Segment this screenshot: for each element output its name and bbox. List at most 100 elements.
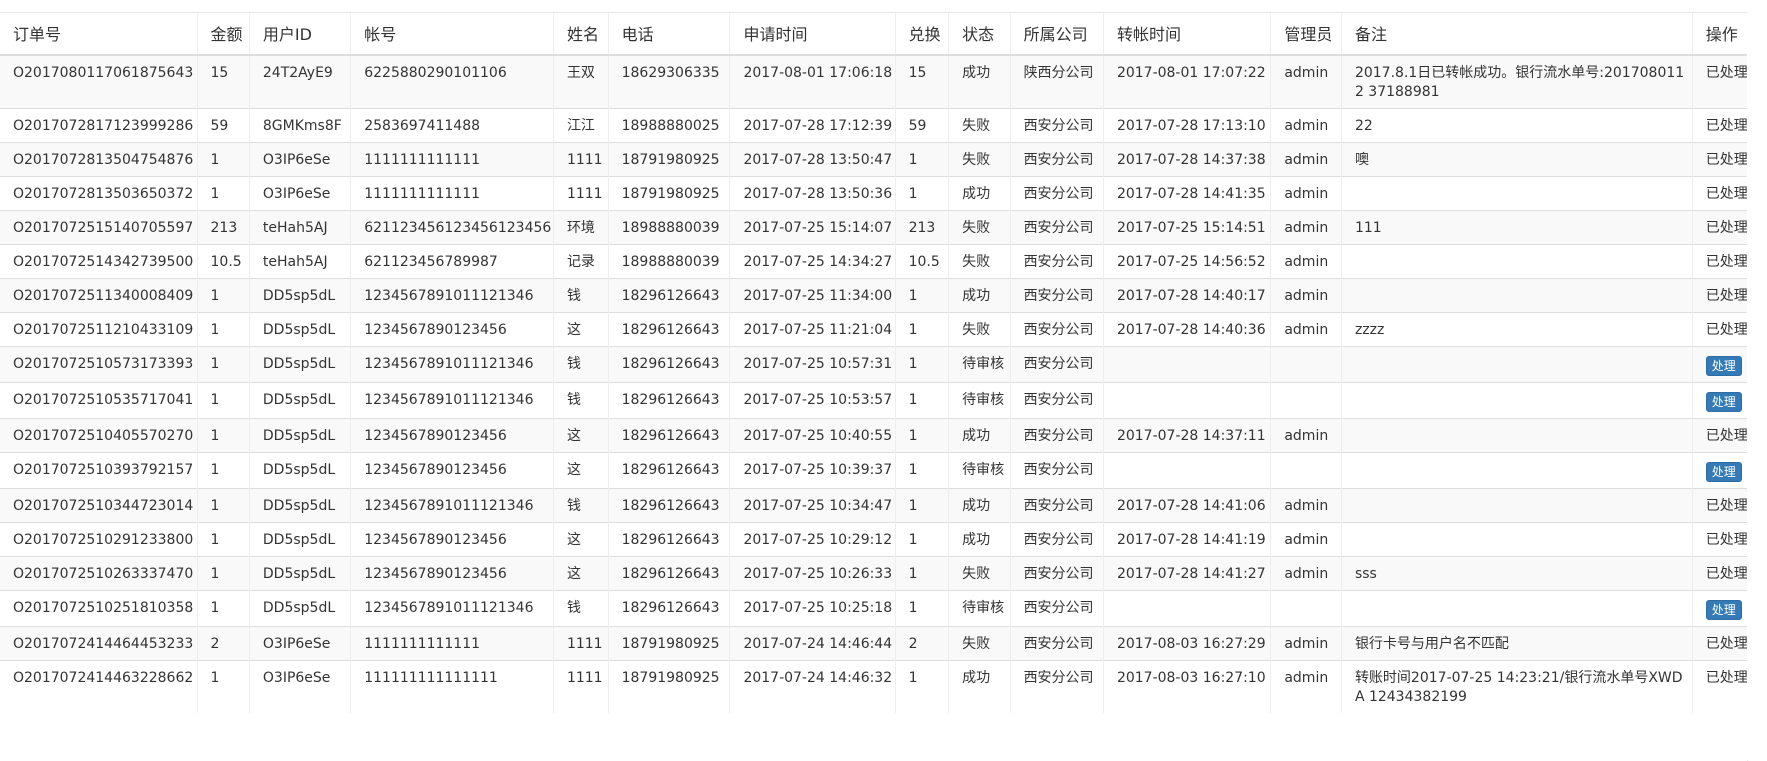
cell-name: 1111 — [552, 142, 609, 177]
table-row: O2017072514342739500 10.5 teHah5AJ 62112345… — [0, 244, 1747, 279]
cell-account: 1111111111111 — [350, 626, 554, 661]
table-row: O2017072510263337470 1 DD5sp5dL 12345678901… — [0, 556, 1747, 591]
cell-company: 西安分公司 — [1009, 108, 1104, 143]
cell-company: 西安分公司 — [1009, 312, 1104, 347]
table-header-row: 订单号 金额 用户ID 帐号 姓名 电话 申请时间 兑换 状态 所属公司 转帐时… — [0, 13, 1747, 56]
cell-action: 已处理 — [1691, 244, 1747, 279]
cell-status: 待审核 — [948, 346, 1011, 383]
table-row: O2017072510535717041 1 DD5sp5dL 12345678910… — [0, 382, 1747, 419]
cell-account: 1234567890123456 — [350, 522, 554, 557]
process-button[interactable]: 处理 — [1705, 462, 1742, 482]
orders-panel: 订单号 金额 用户ID 帐号 姓名 电话 申请时间 兑换 状态 所属公司 转帐时… — [0, 12, 1748, 761]
cell-user-id: DD5sp5dL — [248, 278, 351, 313]
cell-order-no: O2017072510291233800 — [0, 522, 198, 557]
cell-account: 1234567890123456 — [350, 418, 554, 453]
cell-order-no: O2017072514342739500 — [0, 244, 198, 279]
table-row: O2017072510291233800 1 DD5sp5dL 12345678901… — [0, 522, 1747, 557]
cell-name: 江江 — [552, 108, 609, 143]
cell-account: 1234567891011121346 — [350, 278, 554, 313]
scrollbar-track[interactable] — [1747, 0, 1767, 760]
table-row: O2017072510393792157 1 DD5sp5dL 12345678901… — [0, 452, 1747, 489]
cell-note: 111 — [1340, 210, 1693, 245]
cell-amount: 1 — [196, 142, 250, 177]
cell-amount: 59 — [196, 108, 250, 143]
cell-transfer-time — [1102, 452, 1271, 489]
processed-status-text: 已处理 — [1705, 65, 1747, 81]
cell-exchange: 1 — [894, 418, 949, 453]
process-button[interactable]: 处理 — [1705, 392, 1742, 412]
cell-user-id: DD5sp5dL — [248, 452, 351, 489]
cell-user-id: O3IP6eSe — [248, 660, 351, 713]
column-header-exchange: 兑换 — [894, 13, 949, 56]
cell-phone: 18988880025 — [607, 108, 730, 143]
cell-name: 1111 — [552, 660, 609, 713]
cell-company: 西安分公司 — [1009, 278, 1104, 313]
cell-transfer-time: 2017-08-03 16:27:29 — [1102, 626, 1271, 661]
processed-status-text: 已处理 — [1705, 532, 1747, 548]
cell-admin: admin — [1270, 556, 1342, 591]
cell-user-id: O3IP6eSe — [248, 142, 351, 177]
table-row: O2017072817123999286 59 8GMKms8F 2583697411… — [0, 108, 1747, 143]
cell-company: 西安分公司 — [1009, 522, 1104, 557]
cell-status: 待审核 — [948, 382, 1011, 419]
cell-admin: admin — [1270, 244, 1342, 279]
cell-apply-time: 2017-07-25 15:14:07 — [729, 210, 896, 245]
cell-admin: admin — [1270, 176, 1342, 211]
cell-admin: admin — [1270, 142, 1342, 177]
cell-phone: 18296126643 — [607, 346, 730, 383]
cell-exchange: 1 — [894, 142, 949, 177]
cell-note — [1340, 488, 1693, 523]
cell-phone: 18296126643 — [607, 418, 730, 453]
column-header-note: 备注 — [1340, 13, 1693, 56]
table-row: O2017072510344723014 1 DD5sp5dL 12345678910… — [0, 488, 1747, 523]
cell-company: 西安分公司 — [1009, 418, 1104, 453]
cell-transfer-time: 2017-07-28 14:40:36 — [1102, 312, 1271, 347]
cell-apply-time: 2017-08-01 17:06:18 — [729, 54, 896, 109]
column-header-name: 姓名 — [552, 13, 609, 56]
cell-action: 已处理 — [1691, 312, 1747, 347]
cell-amount: 213 — [196, 210, 250, 245]
cell-status: 失败 — [948, 210, 1011, 245]
column-header-user-id: 用户ID — [248, 13, 351, 56]
processed-status-text: 已处理 — [1705, 152, 1747, 168]
cell-order-no: O2017072510535717041 — [0, 382, 198, 419]
cell-company: 陕西分公司 — [1009, 54, 1104, 109]
cell-note — [1340, 590, 1693, 627]
cell-exchange: 1 — [894, 488, 949, 523]
cell-name: 钱 — [552, 346, 609, 383]
cell-company: 西安分公司 — [1009, 660, 1104, 713]
cell-note: 转账时间2017-07-25 14:23:21/银行流水单号XWDA 12434… — [1340, 660, 1693, 713]
cell-user-id: O3IP6eSe — [248, 626, 351, 661]
cell-account: 1111111111111 — [350, 176, 554, 211]
cell-transfer-time: 2017-07-28 14:40:17 — [1102, 278, 1271, 313]
table-row: O2017072511340008409 1 DD5sp5dL 12345678910… — [0, 278, 1747, 313]
table-row: O2017072813503650372 1 O3IP6eSe 11111111111… — [0, 176, 1747, 211]
cell-action: 已处理 — [1691, 660, 1747, 713]
cell-amount: 1 — [196, 488, 250, 523]
cell-amount: 1 — [196, 418, 250, 453]
cell-phone: 18296126643 — [607, 590, 730, 627]
cell-user-id: DD5sp5dL — [248, 312, 351, 347]
cell-transfer-time: 2017-08-03 16:27:10 — [1102, 660, 1271, 713]
cell-order-no: O2017072813504754876 — [0, 142, 198, 177]
cell-order-no: O2017080117061875643 — [0, 54, 198, 109]
cell-apply-time: 2017-07-25 10:25:18 — [729, 590, 896, 627]
cell-name: 钱 — [552, 590, 609, 627]
process-button[interactable]: 处理 — [1705, 600, 1742, 620]
cell-amount: 1 — [196, 660, 250, 713]
cell-admin: admin — [1270, 278, 1342, 313]
cell-apply-time: 2017-07-25 10:26:33 — [729, 556, 896, 591]
cell-amount: 1 — [196, 590, 250, 627]
cell-order-no: O2017072515140705597 — [0, 210, 198, 245]
cell-user-id: 24T2AyE9 — [248, 54, 351, 109]
cell-phone: 18296126643 — [607, 382, 730, 419]
cell-apply-time: 2017-07-25 10:57:31 — [729, 346, 896, 383]
cell-action: 处理 — [1691, 590, 1747, 627]
cell-status: 成功 — [948, 176, 1011, 211]
cell-apply-time: 2017-07-25 11:34:00 — [729, 278, 896, 313]
cell-user-id: DD5sp5dL — [248, 488, 351, 523]
cell-account: 1234567890123456 — [350, 312, 554, 347]
cell-transfer-time: 2017-07-28 14:37:38 — [1102, 142, 1271, 177]
process-button[interactable]: 处理 — [1705, 356, 1742, 376]
cell-amount: 2 — [196, 626, 250, 661]
